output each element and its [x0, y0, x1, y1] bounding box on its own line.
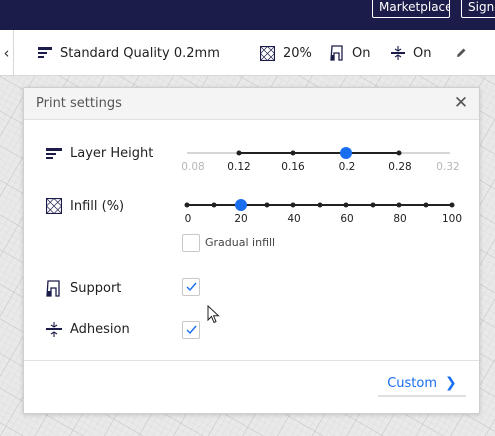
- layer-tick-label: 0.2: [338, 161, 356, 173]
- mouse-cursor-icon: [207, 305, 220, 324]
- check-icon: [186, 325, 197, 335]
- support-label: Support: [70, 281, 122, 296]
- app-top-bar: Marketplace Sign: [0, 0, 495, 30]
- chevron-right-icon: ❯: [445, 375, 457, 391]
- print-settings-panel: Print settings ✕ Layer Height 0.08 0.12 …: [23, 87, 480, 414]
- layer-height-label: Layer Height: [70, 146, 154, 161]
- infill-slider[interactable]: [182, 195, 462, 215]
- infill-label: Infill (%): [70, 198, 125, 214]
- header-support-value: On: [352, 45, 371, 61]
- support-icon: [330, 45, 343, 61]
- layer-height-handle[interactable]: [340, 147, 352, 159]
- layer-tick-label: 0.12: [227, 161, 251, 173]
- sign-in-button[interactable]: Sign: [461, 0, 495, 18]
- header-adhesion[interactable]: On: [391, 30, 431, 76]
- infill-icon: [260, 45, 275, 61]
- layer-tick-label: 0.16: [281, 161, 305, 173]
- panel-footer-divider: [24, 360, 479, 361]
- custom-settings-button[interactable]: Custom ❯: [378, 371, 466, 397]
- profile-label: Standard Quality 0.2mm: [60, 45, 220, 61]
- infill-tick-label: 40: [287, 213, 301, 225]
- support-checkbox[interactable]: [182, 278, 200, 296]
- adhesion-icon: [391, 46, 405, 60]
- adhesion-icon: [46, 322, 62, 337]
- layer-height-row-label: Layer Height: [46, 146, 153, 161]
- print-setup-header[interactable]: ‹ Standard Quality 0.2mm 20% On On: [0, 30, 495, 76]
- layer-tick-label: 0.08: [181, 161, 205, 173]
- custom-button-label: Custom: [387, 375, 438, 391]
- support-icon: [46, 280, 60, 297]
- infill-tick-label: 100: [441, 213, 463, 225]
- header-infill[interactable]: 20%: [260, 30, 312, 76]
- chevron-left-icon[interactable]: ‹: [0, 30, 14, 76]
- support-row-label: Support: [46, 280, 121, 297]
- profile-selector[interactable]: Standard Quality 0.2mm: [38, 30, 220, 76]
- layer-tick-label: 0.32: [436, 161, 460, 173]
- infill-handle[interactable]: [235, 199, 247, 211]
- panel-title: Print settings: [36, 96, 122, 111]
- infill-tick-label: 80: [393, 213, 407, 225]
- marketplace-button[interactable]: Marketplace: [372, 0, 450, 18]
- header-adhesion-value: On: [413, 45, 432, 61]
- pencil-icon: [457, 48, 466, 57]
- adhesion-row-label: Adhesion: [46, 322, 130, 337]
- layer-height-slider[interactable]: [182, 143, 462, 163]
- infill-row-label: Infill (%): [46, 198, 124, 214]
- adhesion-label: Adhesion: [70, 322, 130, 337]
- infill-tick-label: 20: [234, 213, 248, 225]
- infill-icon: [46, 198, 62, 214]
- layer-tick-label: 0.28: [388, 161, 412, 173]
- adhesion-checkbox[interactable]: [182, 321, 200, 339]
- panel-header: Print settings ✕: [24, 88, 479, 120]
- infill-tick-label: 60: [340, 213, 354, 225]
- infill-tick-label: 0: [184, 213, 192, 225]
- layer-height-icon: [46, 147, 62, 159]
- header-support[interactable]: On: [330, 30, 370, 76]
- edit-settings-button[interactable]: [455, 30, 475, 76]
- close-icon[interactable]: ✕: [453, 94, 469, 112]
- check-icon: [186, 282, 197, 292]
- gradual-infill-checkbox[interactable]: [182, 234, 200, 252]
- layer-height-icon: [38, 47, 52, 58]
- gradual-infill-label: Gradual infill: [205, 236, 276, 249]
- header-infill-value: 20%: [283, 45, 312, 61]
